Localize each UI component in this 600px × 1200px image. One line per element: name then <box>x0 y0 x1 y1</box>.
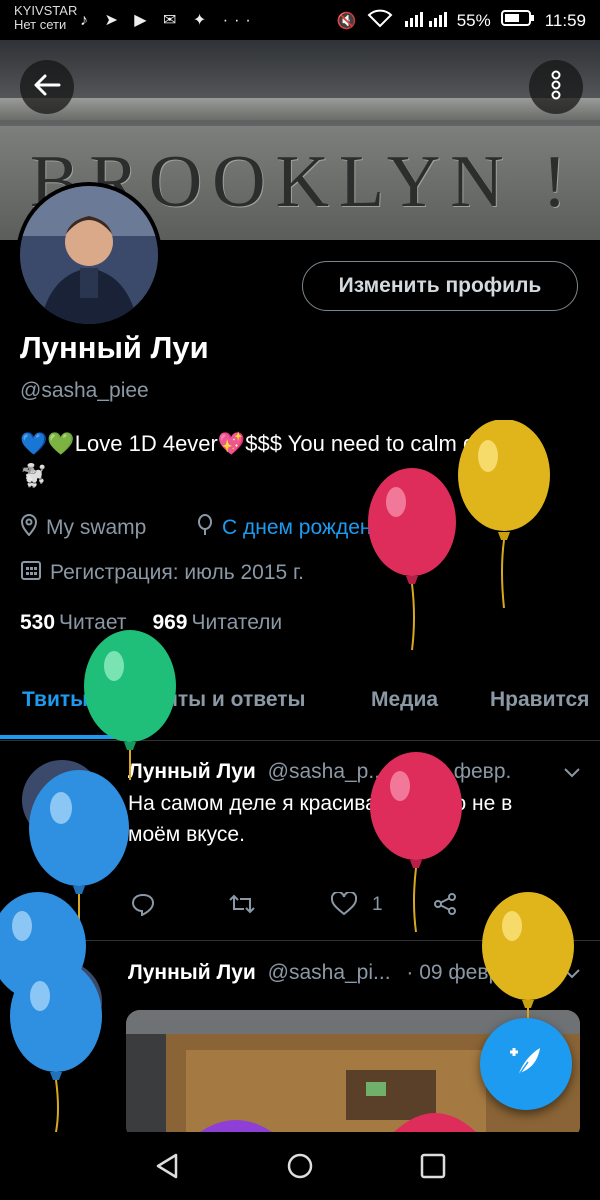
profile-avatar[interactable] <box>16 182 162 328</box>
profile-name: Лунный Луи <box>20 330 209 365</box>
balloon-red-icon <box>368 468 456 651</box>
registration-text: Регистрация: июль 2015 г. <box>50 561 304 584</box>
profile-registration: Регистрация: июль 2015 г. <box>20 559 304 587</box>
wifi-icon <box>367 8 393 33</box>
tweet-text: На самом деле я красивая, просто не в мо… <box>128 792 513 846</box>
system-indicators: 🔇 55% 11:59 <box>337 8 586 33</box>
recents-nav-icon[interactable] <box>420 1153 446 1184</box>
balloon-icon <box>196 514 214 542</box>
balloon-red-icon <box>370 752 462 933</box>
following-count: 530 <box>20 611 56 634</box>
carrier-info: KYIVSTAR Нет сети <box>14 4 77 32</box>
tab-media[interactable]: Медиа <box>371 688 438 712</box>
signal-icon <box>403 9 447 32</box>
clock: 11:59 <box>544 10 586 30</box>
like-icon[interactable] <box>330 890 358 922</box>
compose-tweet-button[interactable] <box>480 1018 572 1110</box>
more-vertical-icon <box>550 70 562 105</box>
more-options-button[interactable] <box>529 60 583 114</box>
balloon-green-icon <box>84 630 176 780</box>
location-pin-icon <box>20 514 38 542</box>
tweet-author: Лунный Луи <box>128 961 256 984</box>
notification-icons: ♪ ➤ ▶ ✉ ✦ ··· <box>80 12 257 29</box>
tweet-handle: @sasha_pi... <box>267 961 391 984</box>
carrier-name: KYIVSTAR <box>14 3 78 18</box>
balloon-red-icon <box>394 1113 476 1132</box>
profile-location: My swamp <box>20 514 146 542</box>
balloon-purple-icon <box>200 1120 272 1132</box>
balloon-yellow-icon <box>458 420 550 609</box>
tweet-header: Лунный Луи @sasha_pi... · 09 февр. <box>128 961 506 985</box>
retweet-icon[interactable] <box>228 892 256 922</box>
banner-rail <box>0 98 600 120</box>
battery-percent: 55% <box>456 10 491 30</box>
followers-label: Читатели <box>191 611 283 634</box>
edit-profile-button[interactable]: Изменить профиль <box>302 261 578 311</box>
location-text: My swamp <box>46 516 147 539</box>
system-navigation-bar <box>0 1132 600 1200</box>
tab-likes[interactable]: Нравится <box>490 688 589 712</box>
battery-icon <box>500 9 535 32</box>
status-bar: KYIVSTAR Нет сети ♪ ➤ ▶ ✉ ✦ ··· 🔇 55% 11… <box>0 0 600 40</box>
reply-icon[interactable] <box>130 892 156 922</box>
arrow-left-icon <box>33 73 61 102</box>
tab-tweets[interactable]: Твиты <box>22 688 88 712</box>
back-nav-icon[interactable] <box>154 1152 180 1185</box>
calendar-icon <box>20 559 42 587</box>
mute-icon: 🔇 <box>336 12 357 30</box>
balloon-blue-icon <box>10 960 102 1132</box>
profile-handle: @sasha_piee <box>20 379 149 402</box>
home-nav-icon[interactable] <box>286 1152 314 1185</box>
compose-feather-icon <box>506 1042 546 1087</box>
network-status: Нет сети <box>14 17 67 32</box>
back-button[interactable] <box>20 60 74 114</box>
avatar-image <box>20 186 158 324</box>
chevron-down-icon[interactable] <box>562 766 582 785</box>
